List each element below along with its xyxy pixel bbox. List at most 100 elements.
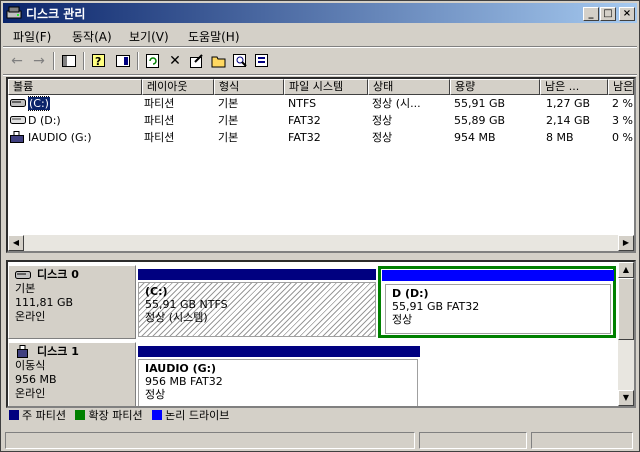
column-layout[interactable]: 레이아웃 xyxy=(142,79,214,95)
primary-partition-bar xyxy=(138,269,376,280)
partition-name: D (D:) xyxy=(392,287,429,300)
hard-disk-icon xyxy=(10,116,26,124)
volume-list[interactable]: 볼륨 레이아웃 형식 파일 시스템 상태 용량 남은 ... 남은 (C:) 파… xyxy=(6,77,636,253)
column-capacity[interactable]: 용량 xyxy=(450,79,540,95)
forward-arrow-icon[interactable]: → xyxy=(29,51,49,71)
minimize-button[interactable]: _ xyxy=(583,7,599,21)
disk-0-label[interactable]: 디스크 0 기본 111,81 GB 온라인 xyxy=(8,265,136,339)
volume-list-header: 볼륨 레이아웃 형식 파일 시스템 상태 용량 남은 ... 남은 xyxy=(8,79,634,95)
status-panel xyxy=(531,432,633,449)
export-icon[interactable] xyxy=(253,51,273,71)
partition-c[interactable]: (C:) 55,91 GB NTFS 정상 (시스템) xyxy=(138,269,376,337)
menu-view[interactable]: 보기(V) xyxy=(129,28,169,45)
partition-info: 956 MB FAT32 xyxy=(145,375,223,388)
disk-size: 111,81 GB xyxy=(15,296,74,309)
legend-swatch xyxy=(9,410,19,420)
volume-type: 기본 xyxy=(218,114,239,127)
menu-file[interactable]: 파일(F) xyxy=(13,28,51,45)
close-button[interactable]: × xyxy=(619,7,635,21)
refresh-icon[interactable] xyxy=(143,51,163,71)
vertical-scrollbar[interactable]: ▲ ▼ xyxy=(618,262,634,406)
volume-row[interactable]: D (D:) 파티션 기본 FAT32 정상 55,89 GB 2,14 GB … xyxy=(8,112,634,129)
find-icon[interactable] xyxy=(231,51,251,71)
usb-drive-icon xyxy=(10,131,24,143)
toolbar: ← → ? ✕ xyxy=(3,48,637,74)
status-bar xyxy=(3,430,637,450)
menu-action[interactable]: 동작(A) xyxy=(72,28,112,45)
toolbar-separator xyxy=(83,52,85,70)
volume-type: 기본 xyxy=(218,97,239,110)
column-type[interactable]: 형식 xyxy=(214,79,284,95)
volume-type: 기본 xyxy=(218,131,239,144)
legend-label: 논리 드라이브 xyxy=(165,409,230,422)
volume-free: 2,14 GB xyxy=(546,114,591,127)
disk-size: 956 MB xyxy=(15,373,57,386)
volume-filesystem: NTFS xyxy=(288,97,317,110)
legend: 주 파티션 확장 파티션 논리 드라이브 xyxy=(9,407,235,423)
column-percent-free[interactable]: 남은 xyxy=(608,79,634,95)
volume-capacity: 55,91 GB xyxy=(454,97,506,110)
volume-name: D (D:) xyxy=(28,114,61,127)
volume-filesystem: FAT32 xyxy=(288,131,321,144)
hard-disk-icon xyxy=(10,99,26,107)
column-filesystem[interactable]: 파일 시스템 xyxy=(284,79,368,95)
menu-help[interactable]: 도움말(H) xyxy=(188,28,240,45)
volume-row[interactable]: (C:) 파티션 기본 NTFS 정상 (시... 55,91 GB 1,27 … xyxy=(8,95,634,112)
scroll-left-icon[interactable]: ◀ xyxy=(8,235,24,251)
status-panel xyxy=(5,432,415,449)
column-volume[interactable]: 볼륨 xyxy=(8,79,142,95)
scroll-down-icon[interactable]: ▼ xyxy=(618,390,634,406)
console-tree-icon[interactable] xyxy=(59,51,79,71)
volume-status: 정상 (시... xyxy=(372,97,421,110)
help-icon[interactable]: ? xyxy=(89,51,109,71)
status-panel xyxy=(419,432,527,449)
delete-icon[interactable]: ✕ xyxy=(165,51,185,71)
disk-0-row: 디스크 0 기본 111,81 GB 온라인 (C:) 55,91 GB NTF… xyxy=(8,265,618,339)
volume-layout: 파티션 xyxy=(144,114,175,127)
disk-1-label[interactable]: 디스크 1 이동식 956 MB 온라인 xyxy=(8,342,136,406)
partition-name: IAUDIO (G:) xyxy=(145,362,217,375)
volume-capacity: 55,89 GB xyxy=(454,114,506,127)
title-bar[interactable]: 디스크 관리 _ □ × xyxy=(3,3,637,23)
column-status[interactable]: 상태 xyxy=(368,79,450,95)
disk-kind: 기본 xyxy=(15,282,36,295)
partition-g-body: IAUDIO (G:) 956 MB FAT32 정상 xyxy=(138,359,418,406)
volume-filesystem: FAT32 xyxy=(288,114,321,127)
volume-free: 1,27 GB xyxy=(546,97,591,110)
toolbar-separator-line xyxy=(3,74,637,76)
show-hide-icon[interactable] xyxy=(113,51,133,71)
column-free-space[interactable]: 남은 ... xyxy=(540,79,608,95)
toolbar-separator xyxy=(137,52,139,70)
scroll-right-icon[interactable]: ▶ xyxy=(618,235,634,251)
menu-bar: 파일(F) 동작(A) 보기(V) 도움말(H) xyxy=(3,24,637,46)
disk-1-row: 디스크 1 이동식 956 MB 온라인 IAUDIO (G:) 956 MB … xyxy=(8,342,618,406)
disk-name: 디스크 0 xyxy=(37,268,79,281)
volume-free-percent: 3 % xyxy=(612,114,633,127)
toolbar-separator xyxy=(53,52,55,70)
partition-info: 55,91 GB NTFS xyxy=(145,298,228,311)
partition-d-body: D (D:) 55,91 GB FAT32 정상 xyxy=(385,284,611,334)
volume-status: 정상 xyxy=(372,114,393,127)
scroll-up-icon[interactable]: ▲ xyxy=(618,262,634,278)
volume-layout: 파티션 xyxy=(144,97,175,110)
horizontal-scrollbar[interactable]: ◀ ▶ xyxy=(8,235,634,251)
properties-icon[interactable] xyxy=(187,51,207,71)
maximize-button[interactable]: □ xyxy=(600,7,616,21)
legend-label: 확장 파티션 xyxy=(88,409,143,422)
legend-swatch xyxy=(152,410,163,420)
disk-map[interactable]: 디스크 0 기본 111,81 GB 온라인 (C:) 55,91 GB NTF… xyxy=(6,260,636,408)
scroll-thumb[interactable] xyxy=(618,278,634,340)
volume-row[interactable]: IAUDIO (G:) 파티션 기본 FAT32 정상 954 MB 8 MB … xyxy=(8,129,634,146)
disk-state: 온라인 xyxy=(15,310,46,323)
volume-name: IAUDIO (G:) xyxy=(28,131,92,144)
partition-g[interactable]: IAUDIO (G:) 956 MB FAT32 정상 xyxy=(138,346,420,406)
disk-management-icon xyxy=(6,6,22,19)
volume-free: 8 MB xyxy=(546,131,574,144)
legend-primary-partition: 주 파티션 xyxy=(9,407,66,423)
legend-label: 주 파티션 xyxy=(22,409,66,422)
back-arrow-icon[interactable]: ← xyxy=(7,51,27,71)
partition-status: 정상 xyxy=(392,313,413,326)
open-folder-icon[interactable] xyxy=(209,51,229,71)
partition-d[interactable]: D (D:) 55,91 GB FAT32 정상 xyxy=(378,266,616,338)
volume-layout: 파티션 xyxy=(144,131,175,144)
